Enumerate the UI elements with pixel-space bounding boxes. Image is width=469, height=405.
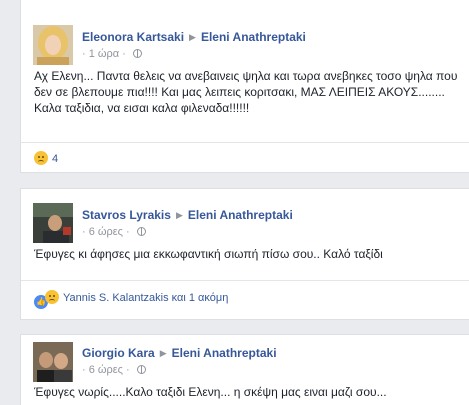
- comment-card: Eleonora Kartsaki ▶ Eleni Anathreptaki · 1…: [20, 0, 469, 173]
- timestamp[interactable]: 6 ώρες: [89, 364, 123, 376]
- divider: [21, 280, 469, 281]
- author-link[interactable]: Giorgio Kara: [82, 346, 155, 360]
- comment-text: Έφυγες κι άφησες μια εκκωφαντική σιωπή π…: [34, 247, 383, 261]
- reaction-count[interactable]: 4: [52, 153, 58, 165]
- arrow-right-icon: ▶: [175, 210, 183, 220]
- comment-header: Eleonora Kartsaki ▶ Eleni Anathreptaki: [82, 30, 306, 44]
- reaction-names[interactable]: Yannis S. Kalantzakis και 1 ακόμη: [63, 292, 228, 304]
- globe-icon: [132, 49, 142, 58]
- comment-card: Giorgio Kara ▶ Eleni Anathreptaki · 6 ώρες…: [20, 334, 469, 405]
- author-link[interactable]: Stavros Lyrakis: [82, 208, 171, 222]
- target-link[interactable]: Eleni Anathreptaki: [201, 30, 306, 44]
- comment-meta: · 6 ώρες ·: [82, 364, 146, 376]
- sad-icon: [34, 151, 48, 165]
- sad-icon: [45, 290, 59, 304]
- comment-text: Αχ Ελενη... Παντα θελεις να ανεβαινεις ψ…: [34, 69, 458, 115]
- comment-header: Stavros Lyrakis ▶ Eleni Anathreptaki: [82, 208, 293, 222]
- timestamp[interactable]: 6 ώρες: [89, 226, 123, 238]
- target-link[interactable]: Eleni Anathreptaki: [172, 346, 277, 360]
- comment-card: Stavros Lyrakis ▶ Eleni Anathreptaki · 6 ώ…: [20, 188, 469, 320]
- author-link[interactable]: Eleonora Kartsaki: [82, 30, 184, 44]
- globe-icon: [136, 227, 146, 236]
- timestamp[interactable]: 1 ώρα: [89, 48, 119, 60]
- avatar[interactable]: [33, 203, 73, 243]
- arrow-right-icon: ▶: [159, 348, 167, 358]
- arrow-right-icon: ▶: [189, 32, 196, 42]
- reactions-bar[interactable]: 4: [34, 151, 58, 168]
- divider: [21, 142, 469, 143]
- target-link[interactable]: Eleni Anathreptaki: [188, 208, 293, 222]
- comment-meta: · 6 ώρες ·: [82, 226, 146, 238]
- comment-text: Έφυγες νωρίς.....Καλο ταξιδι Ελενη... η …: [34, 385, 387, 399]
- comment-header: Giorgio Kara ▶ Eleni Anathreptaki: [82, 346, 277, 360]
- globe-icon: [136, 365, 146, 374]
- avatar[interactable]: [33, 25, 73, 65]
- reactions-bar[interactable]: 👍 Yannis S. Kalantzakis και 1 ακόμη: [34, 290, 228, 309]
- comment-meta: · 1 ώρα ·: [82, 48, 142, 60]
- avatar[interactable]: [33, 342, 73, 382]
